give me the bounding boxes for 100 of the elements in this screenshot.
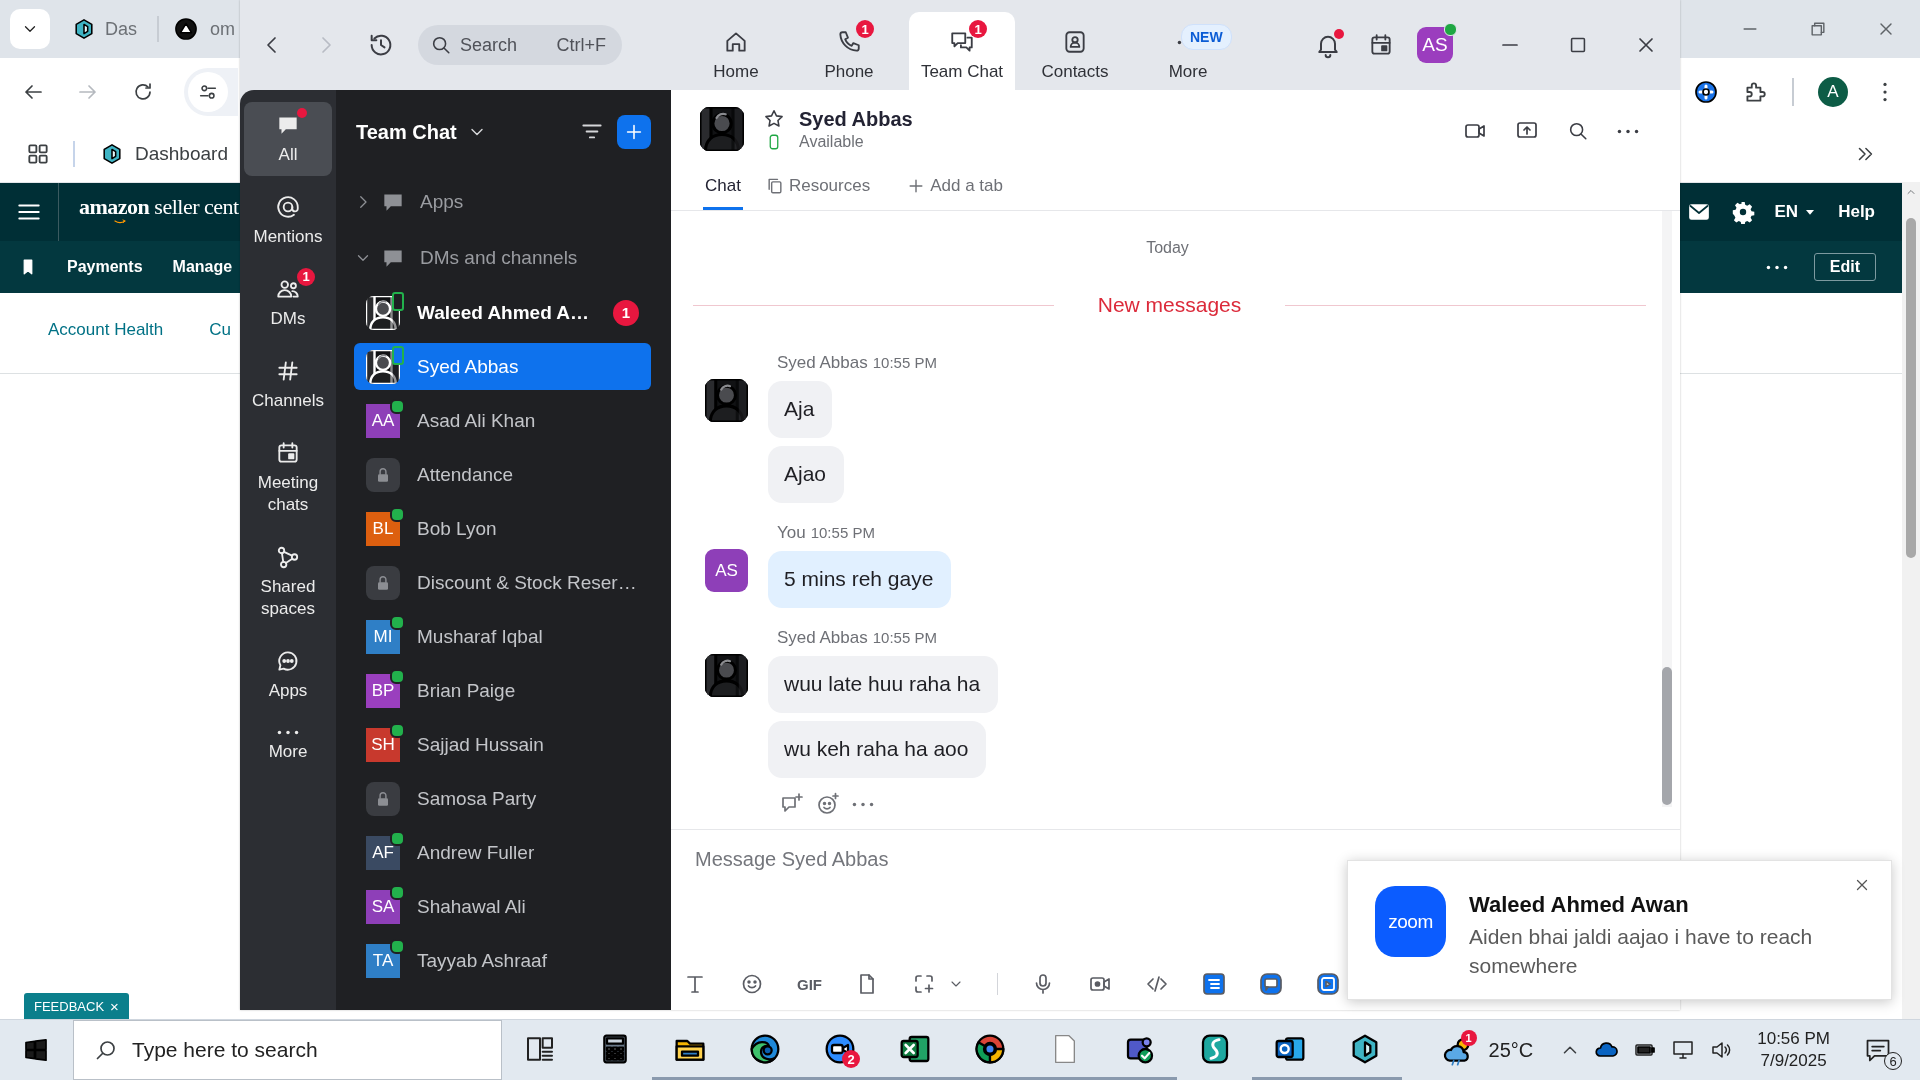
contact-name: Musharaf Iqbal bbox=[417, 625, 544, 648]
star-icon[interactable] bbox=[763, 108, 785, 130]
nav-tab[interactable]: 1 Phone bbox=[796, 12, 902, 90]
avatar: BL bbox=[371, 517, 395, 540]
apps-icon[interactable] bbox=[25, 141, 51, 167]
timestamp: 10:55 PM bbox=[810, 524, 875, 541]
page-link[interactable]: Account Health bbox=[48, 320, 164, 340]
more-icon[interactable] bbox=[1617, 128, 1639, 134]
chat-list-item[interactable]: SA Shahawal Ali bbox=[354, 883, 651, 930]
restore-icon[interactable] bbox=[1808, 19, 1828, 39]
section-header[interactable]: DMs and channels bbox=[354, 234, 651, 282]
message-bubble[interactable]: Ajao bbox=[768, 446, 845, 503]
new-messages-divider: New messages bbox=[1097, 293, 1242, 317]
browser-tab[interactable]: Das bbox=[58, 18, 150, 40]
taskbar-app[interactable]: 2 bbox=[802, 1020, 877, 1080]
alert-badge: 1 bbox=[1460, 1030, 1477, 1046]
avatar: SH bbox=[370, 733, 396, 756]
message-app-icon[interactable] bbox=[1259, 972, 1283, 996]
message-field[interactable]: Message Syed Abbas bbox=[695, 844, 1656, 871]
search-icon[interactable] bbox=[1567, 120, 1589, 142]
gif-button[interactable]: GIF bbox=[797, 975, 822, 993]
chat-list-item[interactable]: Attendance bbox=[354, 451, 651, 498]
address-bar[interactable] bbox=[184, 68, 238, 116]
shortcut-hint: Ctrl+F bbox=[556, 34, 606, 56]
temperature: 25°C bbox=[1488, 1038, 1534, 1062]
add-tab-button[interactable]: Add a tab bbox=[904, 165, 1005, 210]
chat-list-item[interactable]: BP Brian Paige bbox=[354, 667, 651, 714]
contact-name: Attendance bbox=[417, 463, 515, 486]
chat-list-item[interactable]: BL Bob Lyon bbox=[354, 505, 651, 552]
browser-icon bbox=[748, 1032, 781, 1065]
section-header[interactable]: Apps bbox=[354, 178, 651, 226]
more-icon[interactable] bbox=[1765, 264, 1788, 270]
chat-list-item[interactable]: Discount & Stock Reser… bbox=[354, 559, 651, 606]
chat-list-item[interactable]: Waleed Ahmed A… 1 bbox=[354, 289, 651, 336]
document-app-icon[interactable] bbox=[1202, 972, 1226, 996]
emoji-icon[interactable] bbox=[740, 972, 764, 996]
settings-icon[interactable] bbox=[1730, 200, 1755, 224]
chat-list-item[interactable]: MI Musharaf Iqbal bbox=[354, 613, 651, 660]
notification-text: Aiden bhai jaldi aajao i have to reach somewhere bbox=[1469, 924, 1814, 979]
page-link[interactable]: Cu bbox=[209, 320, 232, 340]
chat-list-item[interactable]: Samosa Party bbox=[354, 775, 651, 822]
edit-button[interactable]: Edit bbox=[1813, 253, 1876, 281]
rail-tab[interactable]: Apps bbox=[244, 638, 332, 712]
message-bubble[interactable]: Aja bbox=[768, 381, 833, 438]
unread-badge: 1 bbox=[613, 299, 639, 326]
extension-icon[interactable] bbox=[1694, 80, 1718, 104]
message-bubble[interactable]: 5 mins reh gaye bbox=[768, 551, 952, 608]
site-logo[interactable]: amazon seller cent bbox=[59, 194, 239, 230]
chat-list-item[interactable]: AF Andrew Fuller bbox=[354, 829, 651, 876]
rail-tab[interactable]: Mentions bbox=[244, 184, 332, 258]
clock-time[interactable]: 10:56 PM bbox=[1757, 1028, 1830, 1050]
new-chat-button[interactable] bbox=[617, 115, 651, 149]
chat-list-item[interactable]: TA Tayyab Ashraaf bbox=[354, 937, 651, 984]
tab-title: Das bbox=[105, 18, 137, 40]
scroll-thumb[interactable] bbox=[1906, 218, 1916, 558]
scrollbar[interactable] bbox=[1902, 182, 1920, 1019]
play-app-icon[interactable] bbox=[1316, 972, 1340, 996]
help-link[interactable]: Help bbox=[1838, 202, 1875, 222]
contacts-icon bbox=[1062, 29, 1088, 55]
scrollbar[interactable] bbox=[1662, 211, 1672, 807]
nav-link[interactable]: Payments bbox=[67, 258, 143, 276]
list-title[interactable]: Team Chat bbox=[354, 120, 487, 144]
add-reaction-icon[interactable] bbox=[816, 792, 840, 816]
rail-tab[interactable]: 1 DMs bbox=[244, 266, 332, 340]
rail-tab[interactable]: All bbox=[244, 102, 332, 176]
network-icon[interactable] bbox=[1671, 1038, 1696, 1062]
windows-icon[interactable] bbox=[24, 1038, 48, 1062]
nav-tab[interactable]: Home bbox=[683, 12, 789, 90]
nav-tab[interactable]: 1 Team Chat bbox=[909, 12, 1015, 90]
browser-tab[interactable]: om bbox=[159, 18, 235, 40]
contact-name: Andrew Fuller bbox=[417, 841, 536, 864]
user-avatar[interactable]: AS bbox=[1417, 27, 1453, 63]
close-button[interactable]: × bbox=[110, 997, 119, 1015]
profile-avatar[interactable]: A bbox=[1818, 77, 1848, 107]
bookmark[interactable]: Dashboard bbox=[95, 139, 234, 169]
chat-list-item[interactable]: SH Sajjad Hussain bbox=[354, 721, 651, 768]
chat-list-item[interactable]: AA Asad Ali Khan bbox=[354, 397, 651, 444]
rail-tab[interactable]: Channels bbox=[244, 348, 332, 422]
message-bubble[interactable]: wu keh raha ha aoo bbox=[768, 721, 987, 778]
calendar-icon[interactable] bbox=[1368, 32, 1394, 58]
avatar: SA bbox=[370, 895, 396, 918]
rail-tab[interactable]: Meeting chats bbox=[244, 430, 332, 526]
message-bubble[interactable]: wuu late huu raha ha bbox=[768, 656, 999, 713]
chat-tab[interactable]: Resources bbox=[762, 165, 873, 210]
chat-tab[interactable]: Chat bbox=[703, 165, 743, 210]
clock-date[interactable]: 7/9/2025 bbox=[1760, 1050, 1827, 1072]
language-menu[interactable]: EN bbox=[1774, 202, 1819, 222]
chat-list-item[interactable]: Syed Abbas bbox=[354, 343, 651, 390]
nav-tab[interactable]: NEW More bbox=[1135, 12, 1241, 90]
search-field[interactable]: Type here to search bbox=[73, 1020, 502, 1080]
sender-name: Syed Abbas bbox=[777, 353, 868, 373]
timestamp: 10:55 PM bbox=[872, 354, 937, 371]
rail-tab[interactable]: More bbox=[244, 720, 332, 773]
search-field[interactable]: Search Ctrl+F bbox=[418, 25, 622, 65]
nav-link[interactable]: Manage bbox=[172, 258, 233, 276]
nav-tab[interactable]: Contacts bbox=[1022, 12, 1128, 90]
feedback-tab[interactable]: FEEDBACK × bbox=[24, 993, 129, 1019]
contact-name: Waleed Ahmed A… bbox=[417, 301, 591, 324]
rail-tab[interactable]: Shared spaces bbox=[244, 534, 332, 630]
screenshot-icon[interactable] bbox=[912, 972, 936, 996]
